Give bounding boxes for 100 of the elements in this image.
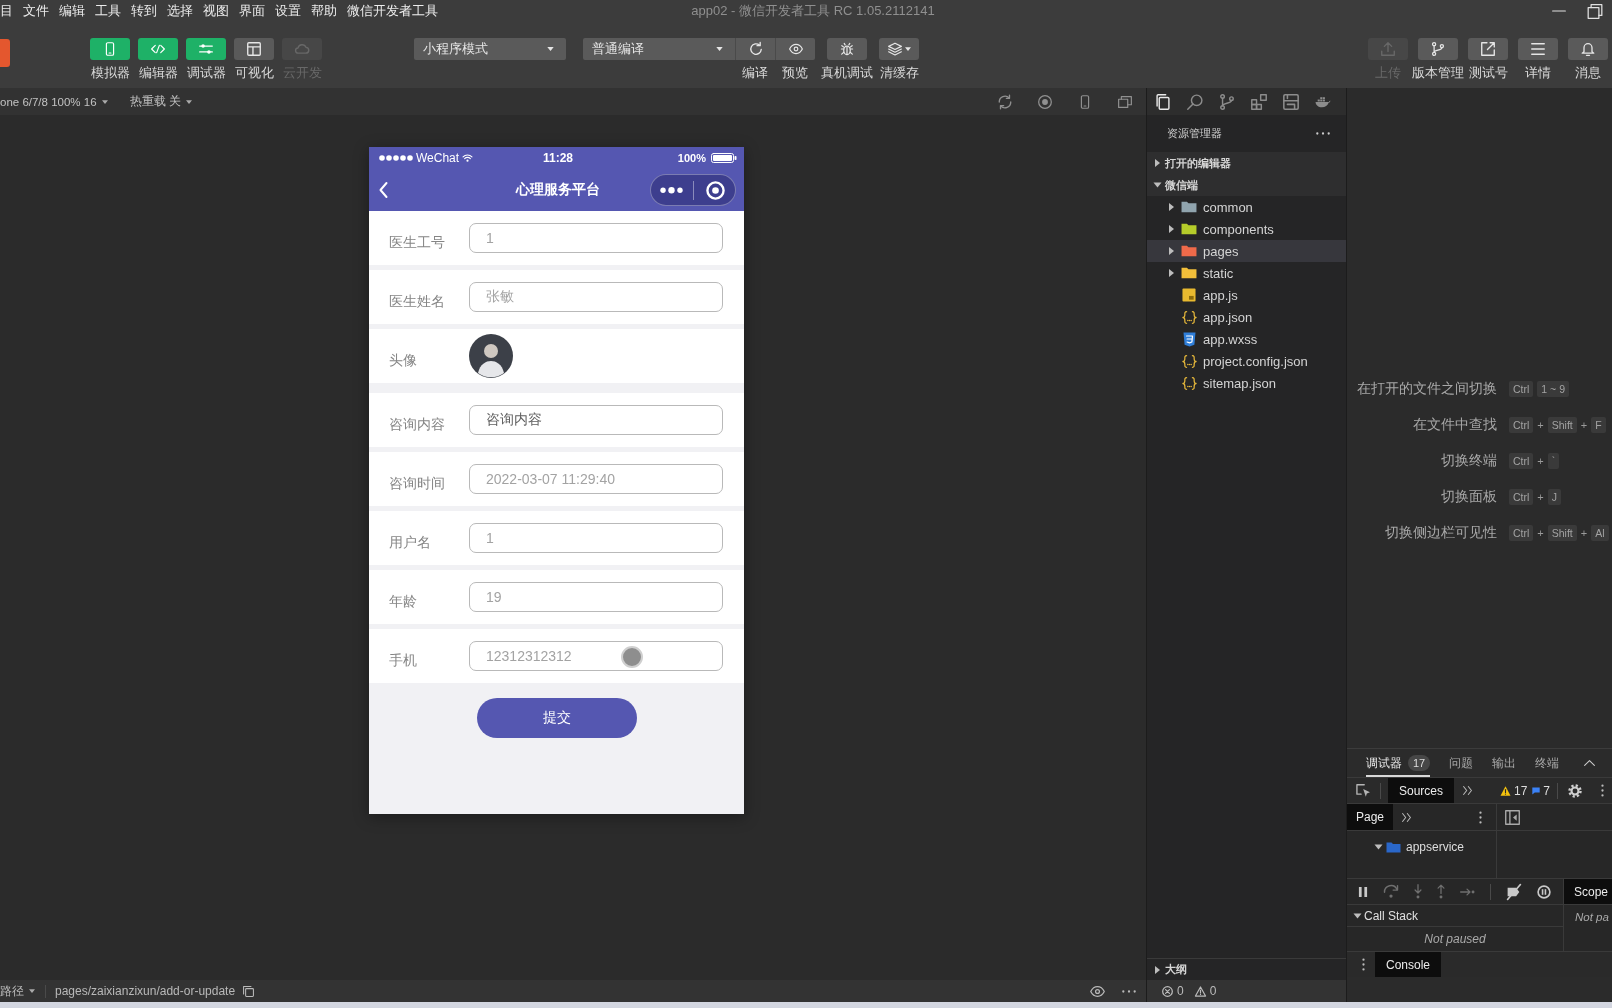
eye-icon[interactable] (1090, 985, 1105, 997)
pause-on-exceptions-icon[interactable] (1537, 884, 1551, 899)
double-chevron-icon[interactable] (1463, 786, 1473, 795)
panel-icon[interactable] (1283, 93, 1299, 110)
toolbar-button[interactable] (735, 38, 775, 60)
shortcut-label: 切换侧边栏可见性 (1385, 524, 1497, 542)
keyboard-key: Ctrl (1509, 453, 1534, 469)
menu-item[interactable]: 视图 (203, 2, 229, 20)
file-tree-item[interactable]: pages (1147, 240, 1346, 262)
file-tree-item[interactable]: app.js (1147, 284, 1346, 306)
file-tree-item[interactable]: sitemap.json (1147, 372, 1346, 394)
input-field[interactable]: 咨询内容 (469, 405, 723, 435)
step-out-icon[interactable] (1437, 884, 1445, 899)
avatar-tile[interactable] (0, 39, 10, 67)
hot-reload-select[interactable]: 热重载 关 (129, 94, 192, 109)
error-icon (1162, 985, 1173, 997)
css-file-icon (1182, 331, 1196, 347)
settings-icon[interactable] (1568, 783, 1582, 798)
more-vertical-icon[interactable] (1601, 784, 1604, 797)
panel-tab[interactable]: 输出 (1492, 749, 1516, 777)
file-tree-item[interactable]: project.config.json (1147, 350, 1346, 372)
file-tree-item[interactable]: common (1147, 196, 1346, 218)
error-count[interactable]: 0 (1177, 984, 1184, 998)
warning-count[interactable]: 0 (1209, 984, 1217, 998)
blocks-icon[interactable] (1251, 93, 1267, 110)
menu-item[interactable]: 工具 (95, 2, 121, 20)
toolbar-button[interactable] (234, 38, 274, 60)
file-tree-item[interactable]: app.json (1147, 306, 1346, 328)
file-tree-item[interactable]: app.wxss (1147, 328, 1346, 350)
step-icon[interactable] (1460, 887, 1475, 896)
restore-icon[interactable] (1587, 3, 1603, 19)
more-vertical-icon[interactable] (1362, 958, 1365, 971)
message-icon (1532, 786, 1541, 795)
search-icon[interactable] (1187, 93, 1203, 110)
toolbar-button[interactable] (1568, 38, 1608, 60)
double-chevron-icon[interactable] (1402, 812, 1412, 822)
toolbar-button[interactable] (90, 38, 130, 60)
menu-item[interactable]: 帮助 (311, 2, 337, 20)
menu-item[interactable]: 选择 (167, 2, 193, 20)
more-icon[interactable] (660, 186, 683, 194)
toolbar-button[interactable] (879, 38, 919, 60)
file-tree-item[interactable]: components (1147, 218, 1346, 240)
toolbar-button[interactable] (1418, 38, 1458, 60)
more-icon[interactable] (1316, 132, 1330, 135)
menu-item[interactable]: 编辑 (59, 2, 85, 20)
warning-count[interactable]: 17 (1513, 783, 1528, 798)
menu-item[interactable]: 设置 (275, 2, 301, 20)
keyboard-key: Ctrl (1509, 417, 1534, 433)
deactivate-breakpoints-icon[interactable] (1506, 883, 1522, 900)
compile-select[interactable]: 普通编译 (583, 38, 735, 60)
pause-icon[interactable] (1358, 885, 1368, 898)
copy-icon[interactable] (243, 985, 255, 997)
tool-label: 编译 (742, 65, 768, 81)
chevron-up-icon[interactable] (1584, 760, 1595, 766)
path-menu[interactable]: 路径 (0, 982, 35, 1000)
toolbar-button[interactable] (1518, 38, 1558, 60)
mode-select[interactable]: 小程序模式 (414, 38, 566, 60)
submit-button[interactable]: 提交 (476, 698, 637, 738)
rotate-icon[interactable] (998, 94, 1012, 109)
record-icon[interactable] (1038, 94, 1052, 109)
menu-item[interactable]: 微信开发者工具 (347, 2, 438, 20)
device-select[interactable]: one 6/7/8 100% 16 (0, 95, 108, 108)
navigator-tab[interactable]: Page (1347, 804, 1394, 830)
toolbar-button[interactable] (775, 38, 815, 60)
windows-icon[interactable] (1118, 94, 1132, 109)
file-tree-item[interactable]: static (1147, 262, 1346, 284)
step-into-icon[interactable] (1414, 884, 1422, 899)
more-icon[interactable] (1122, 989, 1136, 993)
menu-item[interactable]: 文件 (23, 2, 49, 20)
carrier-name: WeChat (416, 151, 460, 165)
section-header[interactable]: 微信端 (1147, 174, 1346, 196)
target-icon[interactable] (706, 180, 725, 200)
wifi-icon (462, 154, 474, 162)
step-over-icon[interactable] (1383, 885, 1399, 898)
panel-tab[interactable]: 问题 (1449, 749, 1473, 777)
devtools-tab[interactable]: Sources (1388, 778, 1455, 803)
back-icon[interactable] (379, 182, 388, 198)
avatar-icon[interactable] (469, 334, 513, 378)
toolbar-button[interactable] (1468, 38, 1508, 60)
menu-item[interactable]: 目 (0, 2, 13, 20)
panel-tab[interactable]: 终端 (1535, 749, 1559, 777)
more-vertical-icon[interactable] (1479, 810, 1482, 824)
sidebar-toggle-icon[interactable] (1505, 809, 1520, 825)
input-field: 1 (469, 523, 723, 553)
toolbar-button[interactable] (827, 38, 867, 60)
message-count[interactable]: 7 (1543, 783, 1550, 798)
section-header[interactable]: Call Stack (1347, 905, 1563, 927)
keyboard-key: Shift (1547, 417, 1577, 433)
phone-icon[interactable] (1078, 94, 1092, 109)
menu-item[interactable]: 转到 (131, 2, 157, 20)
menu-item[interactable]: 界面 (239, 2, 265, 20)
files-icon[interactable] (1155, 93, 1171, 110)
sidebar-tab[interactable]: Scope (1564, 879, 1612, 904)
drawer-tab[interactable]: Console (1375, 952, 1442, 977)
section-header[interactable]: 打开的编辑器 (1147, 152, 1346, 174)
field-label: 手机 (389, 652, 417, 670)
branch-icon[interactable] (1219, 93, 1235, 110)
source-tree-item[interactable]: appservice (1347, 836, 1496, 858)
inspect-icon[interactable] (1356, 783, 1371, 798)
panel-title: 资源管理器 (1167, 126, 1222, 141)
